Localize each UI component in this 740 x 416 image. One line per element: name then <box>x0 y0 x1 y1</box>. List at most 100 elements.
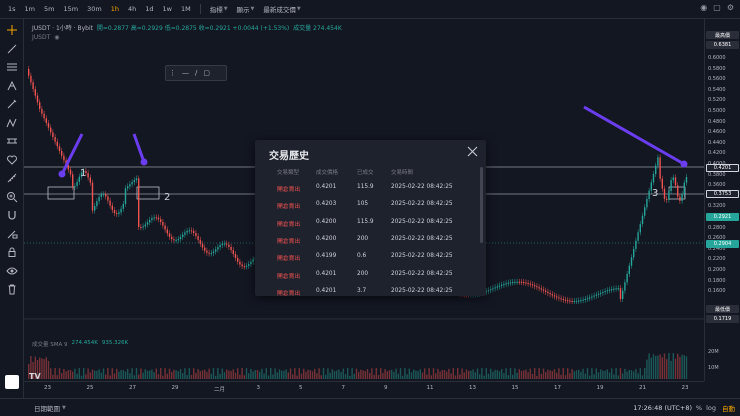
clock-readout[interactable]: 17:26:48 (UTC+8) <box>633 404 692 412</box>
line-tool-icon[interactable]: ∕ <box>195 69 197 77</box>
timeframe-15m[interactable]: 15m <box>59 3 82 15</box>
volume-bar <box>509 368 512 379</box>
percent-toggle[interactable]: % <box>696 404 702 412</box>
volume-bar <box>413 369 415 379</box>
candle-body <box>496 286 498 288</box>
eye-icon[interactable] <box>3 263 21 278</box>
low-price-tag: 最低價 <box>706 305 739 313</box>
volume-bar <box>496 370 498 379</box>
timeframe-1d[interactable]: 1d <box>141 3 157 15</box>
candle-body <box>553 295 556 297</box>
timeframe-1m[interactable]: 1m <box>21 3 39 15</box>
toolbar-menu-1[interactable]: 顯示 ▼ <box>233 2 259 16</box>
brush-icon[interactable] <box>3 97 21 112</box>
volume-bar <box>142 372 144 379</box>
camera-icon[interactable]: ◉ <box>700 3 707 12</box>
color-swatch[interactable] <box>5 375 19 389</box>
ruler-icon[interactable] <box>3 171 21 186</box>
timeframe-1h[interactable]: 1h <box>107 3 123 15</box>
gear-icon[interactable]: ⚙ <box>727 3 734 12</box>
volume-bar <box>503 373 505 379</box>
candle-body <box>212 251 215 254</box>
dialog-scrollbar[interactable] <box>480 167 483 243</box>
toolbar-menu-2[interactable]: 最新成交價 ▼ <box>259 2 304 16</box>
candle-body <box>239 261 241 265</box>
timeframe-1M[interactable]: 1M <box>177 3 195 15</box>
timeframe-1s[interactable]: 1s <box>4 3 20 15</box>
candle-body <box>58 146 61 151</box>
volume-bar <box>661 357 663 379</box>
volume-bar <box>116 368 118 379</box>
candle-body <box>76 181 78 186</box>
volume-bar <box>272 374 274 379</box>
candle-body <box>652 174 655 183</box>
volume-bar <box>190 374 193 379</box>
time-axis[interactable]: 23 25 27 29 二月 3 5 7 9 11 13 15 17 19 21 23 <box>24 381 704 395</box>
horizontal-lines-icon[interactable] <box>3 60 21 75</box>
timeframe-1w[interactable]: 1w <box>158 3 175 15</box>
candle-body <box>43 113 45 119</box>
horizontal-ray-icon[interactable]: — <box>182 69 189 77</box>
table-cell-side: 開倉賣出 <box>277 238 301 245</box>
volume-bar <box>386 371 388 379</box>
volume-bar <box>657 355 659 379</box>
candle-body <box>573 301 575 303</box>
table-cell-time: 2025-02-22 08:42:25 <box>391 184 453 190</box>
toolbar-menu-0[interactable]: 指標 ▼ <box>206 2 232 16</box>
candle-body <box>188 230 190 232</box>
auto-scale-toggle[interactable]: 自動 <box>722 403 735 413</box>
tradingview-logo: TV <box>29 372 41 381</box>
date-range-button[interactable]: 日期範圍 ▼ <box>0 403 66 413</box>
eye-toggle-icon[interactable]: ◉ <box>54 34 59 41</box>
timeframe-4h[interactable]: 4h <box>124 3 140 15</box>
candle-body <box>622 290 624 299</box>
candle-body <box>679 196 681 201</box>
heart-icon[interactable] <box>3 152 21 167</box>
measure-icon[interactable] <box>3 134 21 149</box>
volume-bar <box>578 369 580 379</box>
fullscreen-icon[interactable]: ▢ <box>713 3 721 12</box>
trash-icon[interactable] <box>3 282 21 297</box>
candle-body <box>122 203 124 209</box>
magnet-icon[interactable] <box>3 208 21 223</box>
volume-bar <box>309 370 311 379</box>
time-tick-label: 27 <box>129 385 136 391</box>
price-axis[interactable]: 最高價 0.6381 0.6000 0.5800 0.5600 0.5400 0.5200 0… <box>704 19 740 381</box>
zoom-icon[interactable] <box>3 189 21 204</box>
drag-handle-icon[interactable]: ⋮ <box>169 69 176 77</box>
volume-bar <box>41 358 43 379</box>
volume-bar <box>85 374 87 379</box>
volume-bar <box>595 368 597 379</box>
volume-bar <box>410 372 413 379</box>
timeframe-5m[interactable]: 5m <box>40 3 58 15</box>
volume-bar <box>465 369 468 379</box>
price-tag: 0.2904 <box>706 240 739 248</box>
candle-body <box>39 102 41 109</box>
volume-bar <box>316 373 318 379</box>
volume-bar <box>204 369 206 379</box>
price-tick-label: 0.1800 <box>708 277 726 284</box>
trend-line-icon[interactable] <box>3 41 21 56</box>
crosshair-icon[interactable] <box>3 23 21 38</box>
time-tick-label: 11 <box>426 385 434 391</box>
candle-body <box>641 215 644 224</box>
volume-bar <box>474 372 476 379</box>
log-toggle[interactable]: log <box>706 404 716 412</box>
candle-body <box>549 293 551 295</box>
volume-bar <box>435 373 437 379</box>
pitchfork-icon[interactable] <box>3 78 21 93</box>
candle-body <box>556 296 558 298</box>
volume-bar <box>633 371 635 379</box>
timeframe-30m[interactable]: 30m <box>83 3 106 15</box>
symbol-label[interactable]: JUSDT · 1小時 · Bybit <box>32 25 93 32</box>
lock-icon[interactable] <box>3 245 21 260</box>
time-tick-label: 21 <box>639 385 646 391</box>
pattern-icon[interactable] <box>3 115 21 130</box>
rectangle-tool-icon[interactable]: ▢ <box>203 69 210 77</box>
volume-bar <box>164 368 166 379</box>
lock-drawing-icon[interactable] <box>3 226 21 241</box>
volume-bar <box>637 373 639 379</box>
close-icon[interactable] <box>467 146 478 157</box>
volume-bar <box>476 368 479 379</box>
volume-bar <box>52 374 54 379</box>
